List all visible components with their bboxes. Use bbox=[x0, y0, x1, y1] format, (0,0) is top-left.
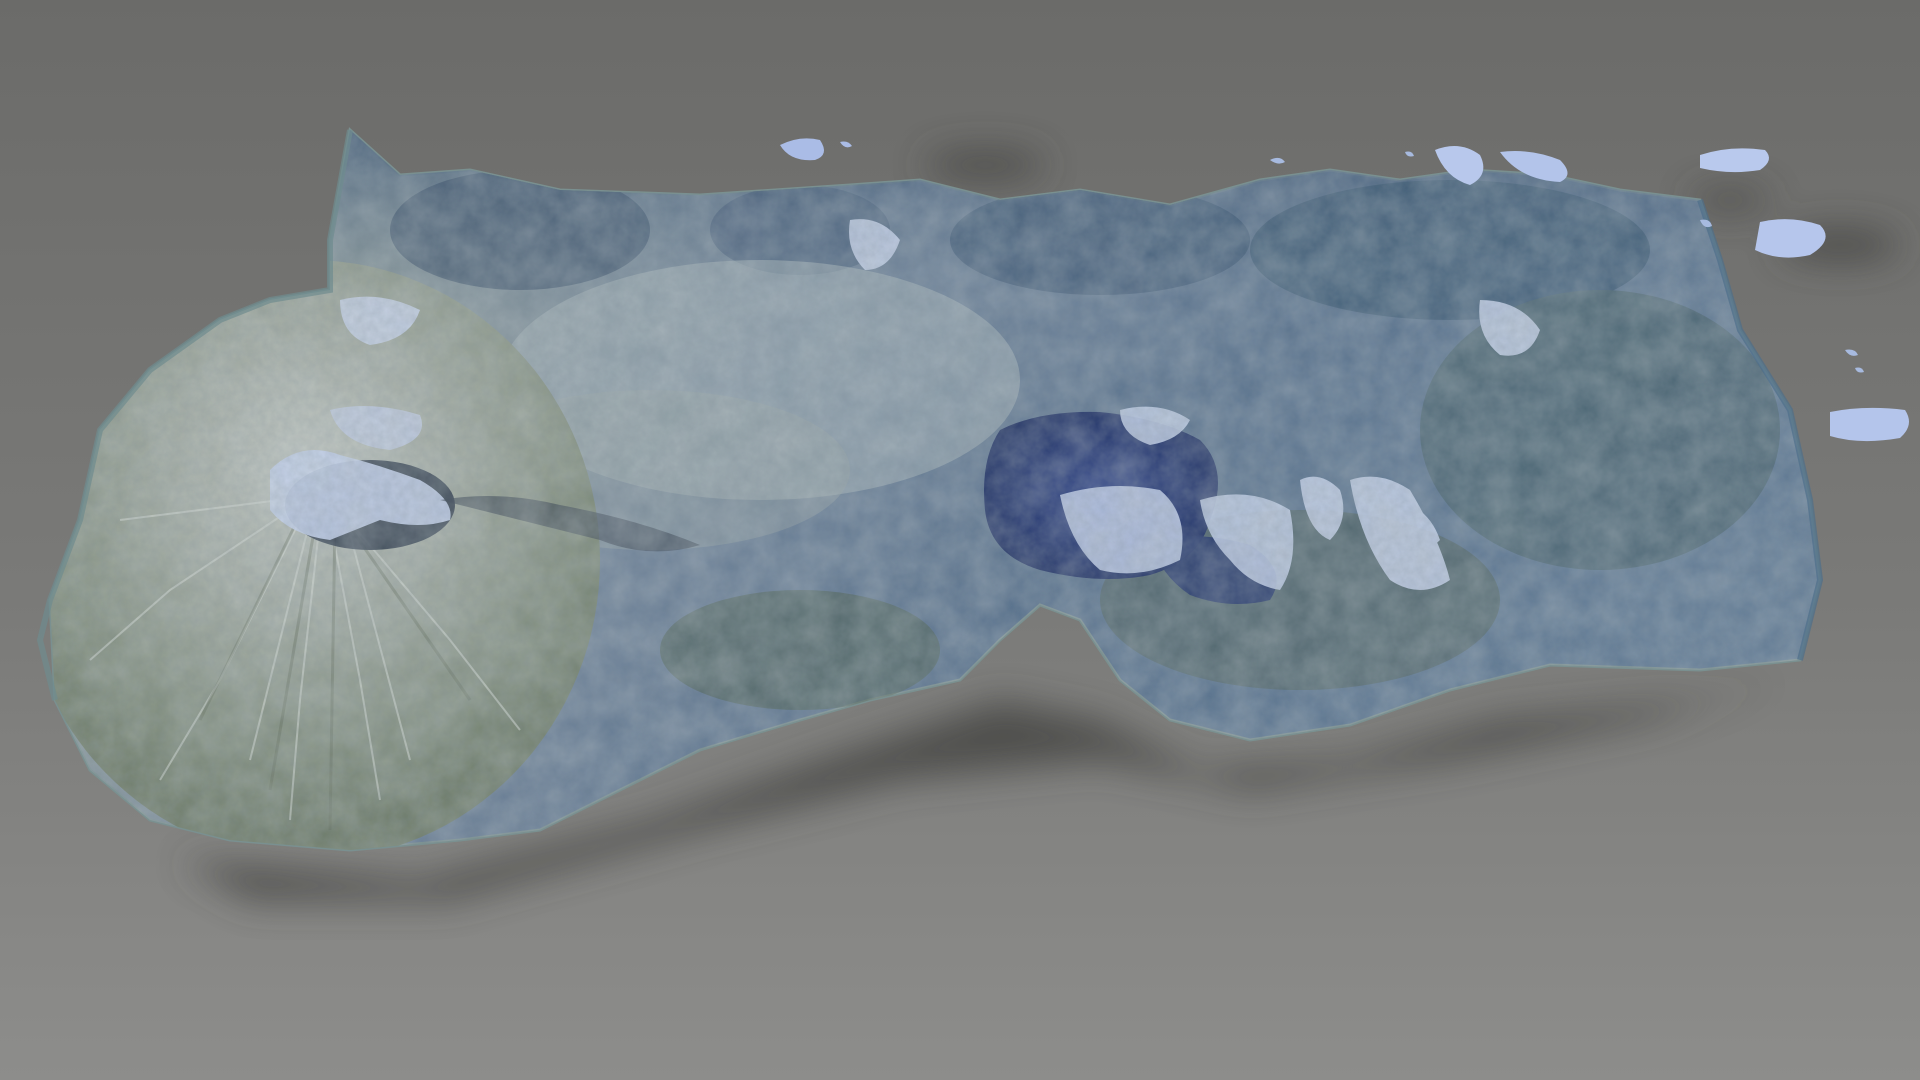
fragment-island-3 bbox=[1830, 407, 1909, 442]
model-viewport[interactable] bbox=[0, 0, 1920, 1080]
terrain-scene[interactable] bbox=[0, 0, 1920, 1080]
